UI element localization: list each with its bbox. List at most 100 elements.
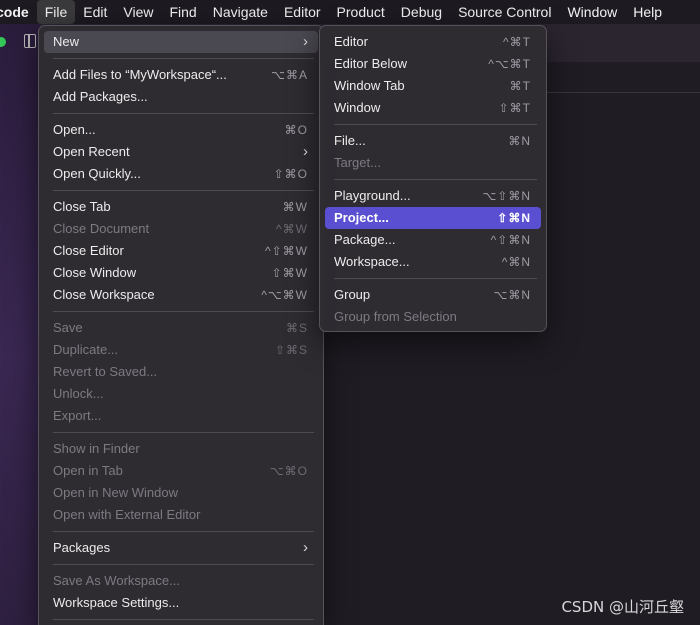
menu-item-close-document: Close Document ^⌘W: [44, 218, 318, 240]
menu-item-open-new-window: Open in New Window: [44, 482, 318, 504]
menu-item-shortcut: ⌘T: [509, 79, 531, 93]
menu-item-shortcut: ^⌘W: [276, 222, 308, 236]
new-submenu: Editor ^⌘T Editor Below ^⌥⌘T Window Tab …: [319, 25, 547, 332]
menubar-view[interactable]: View: [115, 0, 161, 24]
menu-item-label: Project...: [334, 210, 389, 225]
menu-separator: [53, 113, 314, 114]
submenu-item-group-from-selection: Group from Selection: [325, 306, 541, 328]
menu-item-label: Open Recent: [53, 144, 130, 159]
menu-separator: [334, 179, 537, 180]
menu-item-new[interactable]: New ›: [44, 31, 318, 53]
menu-item-label: Window: [334, 100, 381, 115]
menu-item-label: Package...: [334, 232, 396, 247]
menubar-edit[interactable]: Edit: [75, 0, 115, 24]
menu-item-shortcut: ⇧⌘T: [498, 101, 531, 115]
menu-item-unlock: Unlock...: [44, 383, 318, 405]
menubar-app-name[interactable]: code: [0, 0, 37, 24]
submenu-item-window-tab[interactable]: Window Tab ⌘T: [325, 75, 541, 97]
menu-item-label: Editor Below: [334, 56, 407, 71]
chevron-right-icon: ›: [303, 143, 308, 160]
menu-item-label: Close Document: [53, 221, 150, 236]
menu-item-label: New: [53, 34, 80, 49]
menu-item-open-quickly[interactable]: Open Quickly... ⇧⌘O: [44, 163, 318, 185]
submenu-item-file[interactable]: File... ⌘N: [325, 130, 541, 152]
menu-item-label: Close Tab: [53, 199, 111, 214]
menu-item-label: Open...: [53, 122, 96, 137]
menu-item-export: Export...: [44, 405, 318, 427]
sidebar-toggle-icon[interactable]: [24, 34, 36, 48]
menu-item-close-window[interactable]: Close Window ⇧⌘W: [44, 262, 318, 284]
menu-separator: [53, 531, 314, 532]
menu-item-duplicate: Duplicate... ⇧⌘S: [44, 339, 318, 361]
menu-item-add-packages[interactable]: Add Packages...: [44, 86, 318, 108]
menu-item-label: Workspace...: [334, 254, 410, 269]
menu-separator: [334, 124, 537, 125]
menu-item-label: File...: [334, 133, 366, 148]
submenu-item-workspace[interactable]: Workspace... ^⌘N: [325, 251, 541, 273]
menu-item-close-editor[interactable]: Close Editor ^⇧⌘W: [44, 240, 318, 262]
menubar-source-control[interactable]: Source Control: [450, 0, 559, 24]
menu-item-shortcut: ⌘S: [285, 321, 308, 335]
menu-item-label: Group: [334, 287, 371, 302]
menu-item-label: Window Tab: [334, 78, 405, 93]
menu-item-label: Close Window: [53, 265, 137, 280]
menu-item-shortcut: ⇧⌘N: [497, 211, 531, 225]
menu-item-label: Save As Workspace...: [53, 573, 180, 588]
menu-item-label: Playground...: [334, 188, 411, 203]
menu-item-label: Duplicate...: [53, 342, 119, 357]
menu-item-shortcut: ⌘W: [282, 200, 308, 214]
menu-item-label: Revert to Saved...: [53, 364, 158, 379]
menubar-file[interactable]: File: [36, 0, 76, 24]
menu-item-open-external-editor: Open with External Editor: [44, 504, 318, 526]
menu-item-save: Save ⌘S: [44, 317, 318, 339]
menu-item-label: Open with External Editor: [53, 507, 201, 522]
menu-item-shortcut: ^⇧⌘N: [490, 233, 531, 247]
submenu-item-group[interactable]: Group ⌥⌘N: [325, 284, 541, 306]
menu-item-add-files[interactable]: Add Files to “MyWorkspace“... ⌥⌘A: [44, 64, 318, 86]
menubar-navigate[interactable]: Navigate: [205, 0, 276, 24]
menu-item-label: Workspace Settings...: [53, 595, 180, 610]
menu-separator: [53, 190, 314, 191]
menubar-help[interactable]: Help: [625, 0, 670, 24]
submenu-item-editor[interactable]: Editor ^⌘T: [325, 31, 541, 53]
submenu-item-project[interactable]: Project... ⇧⌘N: [325, 207, 541, 229]
submenu-item-window[interactable]: Window ⇧⌘T: [325, 97, 541, 119]
menu-item-shortcut: ⌥⌘N: [493, 288, 531, 302]
menubar-editor[interactable]: Editor: [276, 0, 329, 24]
menu-item-label: Close Editor: [53, 243, 124, 258]
menu-item-open-recent[interactable]: Open Recent ›: [44, 141, 318, 163]
menu-item-open[interactable]: Open... ⌘O: [44, 119, 318, 141]
menu-item-packages[interactable]: Packages ›: [44, 537, 318, 559]
menu-item-save-as-workspace: Save As Workspace...: [44, 570, 318, 592]
menu-item-shortcut: ^⌥⌘W: [261, 288, 308, 302]
menu-separator: [53, 432, 314, 433]
menu-item-label: Export...: [53, 408, 102, 423]
menu-item-label: Add Packages...: [53, 89, 148, 104]
submenu-item-editor-below[interactable]: Editor Below ^⌥⌘T: [325, 53, 541, 75]
menu-item-shortcut: ⌘N: [508, 134, 531, 148]
menu-item-label: Open in Tab: [53, 463, 123, 478]
menubar-window[interactable]: Window: [559, 0, 625, 24]
menubar-debug[interactable]: Debug: [393, 0, 450, 24]
menubar-product[interactable]: Product: [329, 0, 393, 24]
menu-item-shortcut: ^⌥⌘T: [488, 57, 531, 71]
menu-separator: [53, 564, 314, 565]
submenu-item-playground[interactable]: Playground... ⌥⇧⌘N: [325, 185, 541, 207]
menu-item-close-workspace[interactable]: Close Workspace ^⌥⌘W: [44, 284, 318, 306]
menu-item-label: Add Files to “MyWorkspace“...: [53, 67, 227, 82]
menu-item-label: Packages: [53, 540, 111, 555]
menu-separator: [53, 311, 314, 312]
menu-item-label: Close Workspace: [53, 287, 155, 302]
menu-item-shortcut: ⌥⌘O: [269, 464, 308, 478]
submenu-item-package[interactable]: Package... ^⇧⌘N: [325, 229, 541, 251]
menu-item-label: Unlock...: [53, 386, 104, 401]
watermark-text: CSDN @山河丘壑: [561, 598, 684, 616]
menu-separator: [334, 278, 537, 279]
menu-item-shortcut: ⇧⌘S: [274, 343, 308, 357]
menubar-find[interactable]: Find: [161, 0, 204, 24]
menu-item-label: Editor: [334, 34, 368, 49]
chevron-right-icon: ›: [303, 33, 308, 50]
menu-item-close-tab[interactable]: Close Tab ⌘W: [44, 196, 318, 218]
menu-item-workspace-settings[interactable]: Workspace Settings...: [44, 592, 318, 614]
menu-item-shortcut: ⇧⌘O: [273, 167, 308, 181]
